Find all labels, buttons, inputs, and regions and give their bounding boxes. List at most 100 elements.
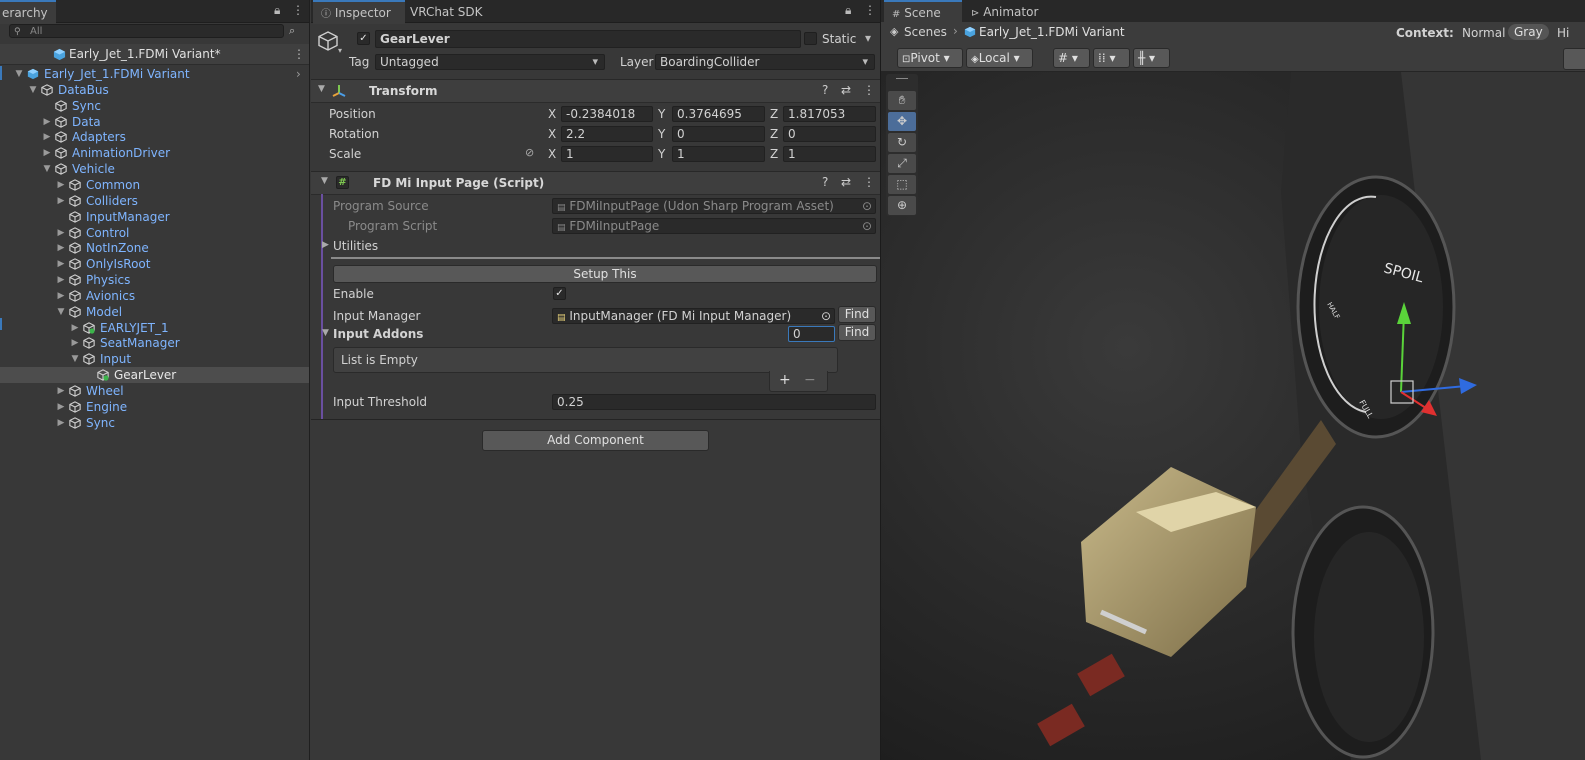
hierarchy-item[interactable]: ▶ Colliders bbox=[0, 193, 309, 209]
rotation-x-label[interactable]: X bbox=[548, 127, 556, 141]
layer-dropdown[interactable]: BoardingCollider bbox=[655, 54, 875, 70]
constrain-proportions-icon[interactable]: ⊘ bbox=[525, 146, 534, 159]
foldout-arrow-icon[interactable]: ▼ bbox=[321, 176, 328, 186]
hierarchy-item[interactable]: InputManager bbox=[0, 209, 309, 225]
position-z-label[interactable]: Z bbox=[770, 107, 778, 121]
ruler-button[interactable]: ╫ ▾ bbox=[1133, 48, 1170, 68]
pivot-toggle[interactable]: ⊡Pivot ▾ bbox=[897, 48, 963, 68]
foldout-arrow-icon[interactable]: ▶ bbox=[56, 272, 66, 288]
context-hidden-button[interactable]: Hi bbox=[1554, 25, 1572, 41]
hierarchy-item[interactable]: ▶ Data bbox=[0, 114, 309, 130]
foldout-arrow-icon[interactable]: ▶ bbox=[56, 399, 66, 415]
scene-menu-icon[interactable]: ⋮ bbox=[293, 47, 305, 61]
input-addons-label[interactable]: Input Addons bbox=[333, 327, 423, 341]
increment-snapping-button[interactable]: ⁞⁞ ▾ bbox=[1093, 48, 1130, 68]
find-input-manager-button[interactable]: Find bbox=[838, 306, 876, 323]
tab-scene[interactable]: # Scene bbox=[884, 0, 962, 24]
open-prefab-chevron-icon[interactable]: › bbox=[296, 66, 301, 82]
lock-icon[interactable]: 🔒︎ bbox=[845, 3, 851, 18]
context-gray-button[interactable]: Gray bbox=[1508, 24, 1549, 40]
hierarchy-search-input[interactable]: ⚲ All bbox=[9, 24, 284, 38]
script-enabled-checkbox[interactable]: # bbox=[336, 176, 349, 189]
breadcrumb-scenes[interactable]: Scenes bbox=[904, 25, 947, 39]
hierarchy-item[interactable]: ▶ Avionics bbox=[0, 288, 309, 304]
remove-element-button[interactable]: − bbox=[804, 372, 816, 388]
rect-tool-icon[interactable]: ⬚ bbox=[888, 175, 916, 194]
presets-icon[interactable]: ⇄ bbox=[841, 83, 851, 97]
local-toggle[interactable]: ◈Local ▾ bbox=[966, 48, 1033, 68]
scale-y-field[interactable]: 1 bbox=[672, 146, 765, 162]
rotation-y-field[interactable]: 0 bbox=[672, 126, 765, 142]
foldout-arrow-icon[interactable]: ▼ bbox=[56, 304, 66, 320]
icon-dropdown-icon[interactable]: ▾ bbox=[338, 46, 342, 55]
rotation-z-field[interactable]: 0 bbox=[783, 126, 876, 142]
hierarchy-item[interactable]: GearLever bbox=[0, 367, 309, 384]
tab-animator[interactable]: ⊳ Animator bbox=[963, 2, 1046, 22]
foldout-arrow-icon[interactable]: ▶ bbox=[56, 177, 66, 193]
position-y-field[interactable]: 0.3764695 bbox=[672, 106, 765, 122]
palette-handle[interactable] bbox=[896, 78, 908, 79]
rotate-tool-icon[interactable]: ↻ bbox=[888, 133, 916, 152]
position-x-label[interactable]: X bbox=[548, 107, 556, 121]
foldout-arrow-icon[interactable]: ▶ bbox=[42, 145, 52, 161]
foldout-arrow-icon[interactable]: ▶ bbox=[42, 114, 52, 130]
add-element-button[interactable]: + bbox=[779, 372, 791, 388]
scale-x-label[interactable]: X bbox=[548, 147, 556, 161]
hierarchy-item[interactable]: ▶ OnlyIsRoot bbox=[0, 256, 309, 272]
scene-overflow-button[interactable] bbox=[1563, 48, 1585, 70]
hierarchy-item[interactable]: ▶ EARLYJET_1 bbox=[0, 320, 309, 336]
kebab-menu-icon[interactable]: ⋮ bbox=[292, 3, 304, 17]
scale-tool-icon[interactable]: ⤢ bbox=[888, 154, 916, 173]
position-x-field[interactable]: -0.2384018 bbox=[561, 106, 653, 122]
hierarchy-item[interactable]: ▶ Engine bbox=[0, 399, 309, 415]
input-addons-size-field[interactable]: 0 bbox=[788, 326, 835, 342]
foldout-arrow-icon[interactable]: ▶ bbox=[70, 335, 80, 351]
hierarchy-item[interactable]: ▼ Early_Jet_1.FDMi Variant › bbox=[0, 66, 309, 82]
foldout-arrow-icon[interactable]: ▼ bbox=[28, 82, 38, 98]
hierarchy-item[interactable]: ▶ Control bbox=[0, 225, 309, 241]
foldout-arrow-icon[interactable]: ▶ bbox=[56, 415, 66, 431]
hierarchy-item[interactable]: ▶ NotInZone bbox=[0, 240, 309, 256]
rotation-z-label[interactable]: Z bbox=[770, 127, 778, 141]
utilities-foldout-icon[interactable]: ▶ bbox=[322, 240, 329, 250]
hierarchy-item[interactable]: ▼ Vehicle bbox=[0, 161, 309, 177]
foldout-arrow-icon[interactable]: ▶ bbox=[56, 383, 66, 399]
hierarchy-item[interactable]: ▶ AnimationDriver bbox=[0, 145, 309, 161]
hierarchy-item[interactable]: ▶ Sync bbox=[0, 415, 309, 431]
hierarchy-item[interactable]: ▶ Wheel bbox=[0, 383, 309, 399]
foldout-arrow-icon[interactable]: ▶ bbox=[42, 129, 52, 145]
rotation-x-field[interactable]: 2.2 bbox=[561, 126, 653, 142]
add-component-button[interactable]: Add Component bbox=[482, 430, 709, 451]
tab-hierarchy[interactable]: erarchy bbox=[0, 0, 56, 24]
move-tool-icon[interactable]: ✥ bbox=[888, 112, 916, 131]
hierarchy-item[interactable]: ▼ Input bbox=[0, 351, 309, 367]
foldout-arrow-icon[interactable]: ▶ bbox=[56, 288, 66, 304]
script-component-header[interactable]: ▼ # FD Mi Input Page (Script) ? ⇄ ⋮ bbox=[311, 171, 880, 195]
foldout-arrow-icon[interactable]: ▶ bbox=[56, 193, 66, 209]
foldout-arrow-icon[interactable]: ▶ bbox=[56, 256, 66, 272]
foldout-arrow-icon[interactable]: ▼ bbox=[14, 66, 24, 82]
foldout-arrow-icon[interactable]: ▶ bbox=[56, 240, 66, 256]
search-by-type-icon[interactable]: ⌕ bbox=[289, 24, 295, 38]
input-addons-foldout-icon[interactable]: ▼ bbox=[322, 328, 329, 338]
hierarchy-item[interactable]: ▼ DataBus bbox=[0, 82, 309, 98]
component-menu-icon[interactable]: ⋮ bbox=[863, 83, 875, 97]
object-picker-icon[interactable]: ⊙ bbox=[821, 309, 831, 323]
static-dropdown-icon[interactable]: ▾ bbox=[865, 31, 871, 45]
setup-this-button[interactable]: Setup This bbox=[333, 265, 877, 283]
find-input-addons-button[interactable]: Find bbox=[838, 324, 876, 341]
lock-icon[interactable]: 🔒︎ bbox=[274, 3, 280, 18]
transform-tool-icon[interactable]: ⊕ bbox=[888, 196, 916, 215]
help-icon[interactable]: ? bbox=[822, 83, 828, 97]
transform-header[interactable]: ▼ Transform ? ⇄ ⋮ bbox=[311, 79, 880, 103]
enable-checkbox[interactable]: ✓ bbox=[553, 287, 566, 300]
object-name-field[interactable]: GearLever bbox=[375, 30, 801, 48]
foldout-arrow-icon[interactable]: ▶ bbox=[56, 225, 66, 241]
hand-tool-icon[interactable]: ✋︎ bbox=[888, 91, 916, 110]
hierarchy-item[interactable]: ▼ Model bbox=[0, 304, 309, 320]
hierarchy-item[interactable]: ▶ Adapters bbox=[0, 129, 309, 145]
kebab-menu-icon[interactable]: ⋮ bbox=[864, 3, 876, 17]
hierarchy-item[interactable]: Sync bbox=[0, 98, 309, 114]
utilities-foldout[interactable]: Utilities bbox=[333, 239, 378, 253]
grid-snapping-button[interactable]: # ▾ bbox=[1053, 48, 1090, 68]
